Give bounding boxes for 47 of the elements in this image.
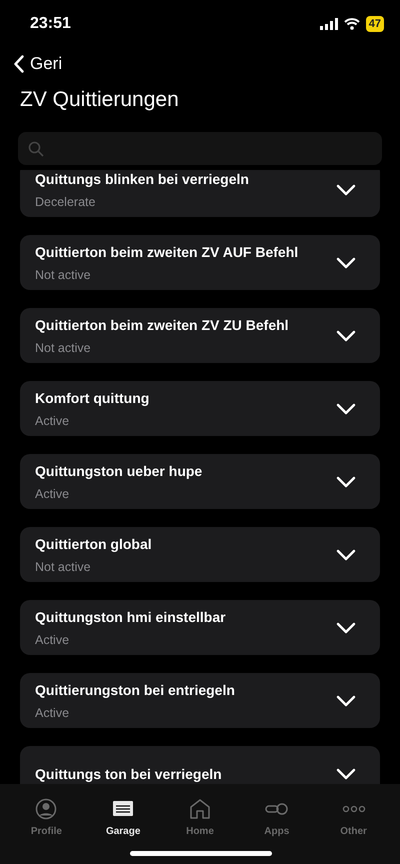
signal-icon xyxy=(320,18,338,30)
setting-value: Active xyxy=(35,706,70,720)
battery-indicator: 47 xyxy=(366,16,384,32)
setting-value: Not active xyxy=(35,560,92,574)
setting-title: Quittierton global xyxy=(35,536,152,552)
chevron-down-icon xyxy=(336,476,356,488)
search-icon xyxy=(28,140,44,156)
setting-value: Decelerate xyxy=(35,194,96,208)
setting-title: Quittierungston bei entriegeln xyxy=(35,682,235,698)
tab-bar-item[interactable]: Garage xyxy=(84,790,162,838)
chevron-down-icon xyxy=(336,330,356,342)
setting-value: Not active xyxy=(35,340,92,354)
setting-card[interactable]: Quittungs ton bei verriegeln xyxy=(20,746,380,784)
setting-card[interactable]: Quittungs blinken bei verriegeln Decelerate xyxy=(20,170,380,217)
setting-card[interactable]: Quittierton beim zweiten ZV AUF Befehl Not active xyxy=(20,235,380,290)
setting-card[interactable]: Quittierton beim zweiten ZV ZU Befehl Not active xyxy=(20,308,380,363)
wifi-icon xyxy=(344,18,360,30)
chevron-down-icon xyxy=(336,184,356,196)
status-time: 23:51 xyxy=(30,15,71,33)
user-icon xyxy=(34,798,58,820)
chevron-down-icon xyxy=(336,548,356,560)
setting-title: Komfort quittung xyxy=(35,390,150,406)
setting-value: Not active xyxy=(35,268,92,282)
setting-title: Quittungs ton bei verriegeln xyxy=(35,766,222,782)
setting-title: Quittungston hmi einstellbar xyxy=(35,608,226,624)
setting-title: Quittungston ueber hupe xyxy=(35,462,202,478)
setting-value: Active xyxy=(35,632,70,646)
setting-card[interactable]: Quittierton global Not active xyxy=(20,527,380,582)
back-button[interactable]: Geri xyxy=(10,50,66,78)
home-icon xyxy=(188,798,212,820)
chevron-down-icon xyxy=(336,622,356,634)
setting-value: Active xyxy=(35,486,70,500)
setting-card[interactable]: Quittungston hmi einstellbar Active xyxy=(20,600,380,655)
chevron-down-icon xyxy=(336,402,356,414)
back-icon xyxy=(14,55,24,73)
setting-card[interactable]: Quittungston ueber hupe Active xyxy=(20,454,380,509)
search-field[interactable] xyxy=(18,132,382,165)
chevron-down-icon xyxy=(336,256,356,268)
chevron-down-icon xyxy=(336,768,356,780)
chevron-down-icon xyxy=(336,694,356,706)
setting-value: Active xyxy=(35,414,70,428)
setting-title: Quittierton beim zweiten ZV ZU Befehl xyxy=(35,316,289,332)
setting-card[interactable]: Quittierungston bei entriegeln Active xyxy=(20,673,380,728)
setting-title: Quittierton beim zweiten ZV AUF Befehl xyxy=(35,244,298,260)
page-title: ZV Quittierungen xyxy=(20,88,180,112)
setting-card[interactable]: Komfort quittung Active xyxy=(20,381,380,436)
setting-title: Quittungs blinken bei verriegeln xyxy=(35,170,249,186)
